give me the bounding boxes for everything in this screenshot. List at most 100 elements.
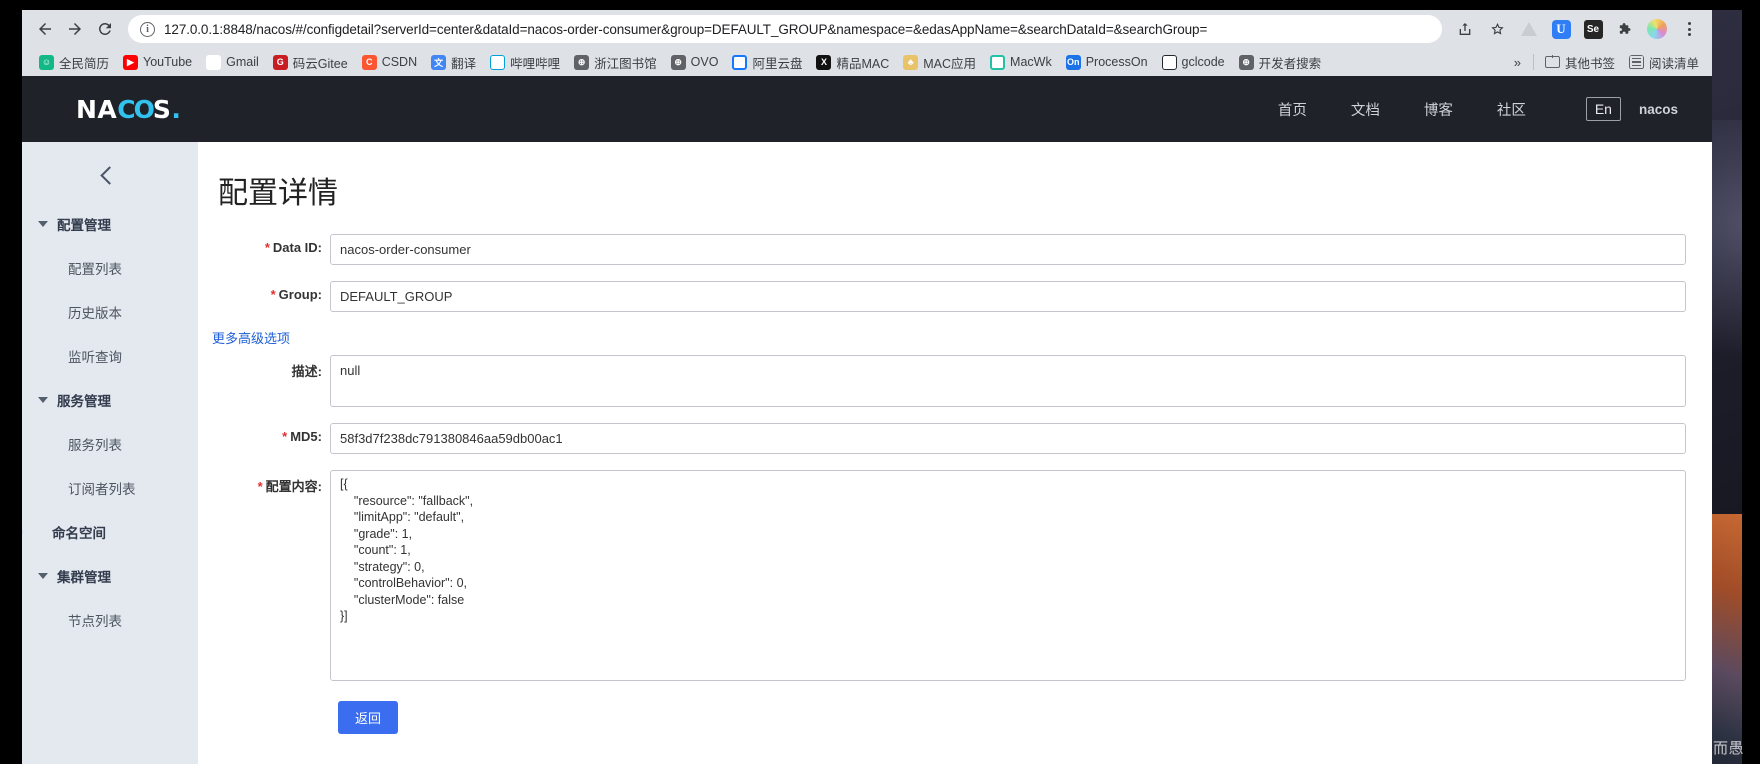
bookmark-label: MAC应用 [923, 56, 977, 71]
form-row-group: * Group: DEFAULT_GROUP [210, 281, 1686, 312]
back-icon[interactable] [30, 14, 60, 44]
bookmark-favicon: ⊕ [1238, 54, 1254, 70]
bookmark-label: MacWk [1010, 55, 1052, 69]
bookmark-favicon: M [206, 54, 222, 70]
reading-list-label: 阅读清单 [1648, 56, 1699, 71]
group-label-text: Group: [278, 287, 322, 302]
bookmark-label: 精品MAC [836, 56, 890, 71]
sidebar-item-node-list[interactable]: 节点列表 [22, 598, 198, 642]
bookmark-item[interactable]: ♣ MAC应用 [896, 50, 983, 75]
bookmark-item[interactable]: On ProcessOn [1059, 52, 1155, 73]
nav-item-docs[interactable]: 文档 [1329, 99, 1402, 120]
other-bookmarks-button[interactable]: 其他书签 [1538, 50, 1622, 75]
sidebar-group-service-management[interactable]: 服务管理 [22, 378, 198, 422]
address-bar[interactable]: i 127.0.0.1:8848/nacos/#/configdetail?se… [128, 15, 1442, 43]
bookmark-label: CSDN [381, 55, 418, 69]
bookmark-favicon: ⊕ [574, 54, 590, 70]
logo-part-3: S [152, 94, 172, 124]
extension-rainbow-icon[interactable] [1642, 14, 1672, 44]
bookmark-favicon: X [816, 54, 832, 70]
back-button[interactable]: 返回 [338, 701, 399, 734]
bookmark-label: 阿里云盘 [752, 56, 803, 71]
bookmark-favicon: On [1065, 54, 1081, 70]
bookmark-item[interactable]: ⊕ 浙江图书馆 [567, 50, 664, 75]
bookmark-favicon: C [990, 54, 1006, 70]
bookmark-label: 浙江图书馆 [594, 56, 657, 71]
sidebar-group-label: 服务管理 [57, 394, 111, 409]
reading-list-button[interactable]: 阅读清单 [1622, 50, 1706, 75]
config-content-editor[interactable]: [{ "resource": "fallback", "limitApp": "… [330, 470, 1686, 681]
required-marker: * [257, 479, 263, 494]
bookmarks-bar: ☺ 全民简历 ▶ YouTube M Gmail G 码云Gitee C CSDN 文翻译… [22, 48, 1712, 76]
bookmark-item[interactable]: 文翻译 [424, 50, 483, 75]
bookmark-item[interactable]: C CSDN [355, 52, 424, 73]
bookmark-favicon: ☺ [39, 54, 54, 70]
form-row-md5: * MD5: 58f3d7f238dc791380846aa59db00ac1 [210, 423, 1686, 454]
form-row-content: * 配置内容: [{ "resource": "fallback", "limit… [210, 470, 1686, 681]
bookmark-item[interactable]: M Gmail [199, 52, 266, 73]
bookmark-item[interactable]: ⊕ OVO [664, 52, 726, 73]
nacos-logo[interactable]: NA CO S. [76, 95, 181, 124]
bookmark-item[interactable]: G 码云Gitee [266, 50, 355, 75]
sidebar-item-listening-query[interactable]: 监听查询 [22, 334, 198, 378]
site-info-icon[interactable]: i [140, 21, 155, 37]
bookmarks-overflow-button[interactable]: » [1506, 55, 1529, 70]
language-switcher[interactable]: En [1585, 97, 1621, 121]
bookmark-item[interactable]: X 精品MAC [809, 50, 896, 75]
letterbox-left [0, 0, 22, 764]
sidebar-item-namespace[interactable]: 命名空间 [22, 510, 198, 554]
md5-input[interactable]: 58f3d7f238dc791380846aa59db00ac1 [330, 423, 1686, 454]
sidebar-item-subscriber-list[interactable]: 订阅者列表 [22, 466, 198, 510]
reload-icon[interactable] [90, 14, 120, 44]
bookmark-item[interactable]: ☺ 全民简历 [32, 50, 116, 75]
share-icon[interactable] [1450, 14, 1480, 44]
extension-selenium-icon[interactable]: Se [1578, 14, 1608, 44]
nav-item-blog[interactable]: 博客 [1402, 99, 1475, 120]
nacos-top-header: NA CO S. 首页 文档 博客 社区 En nacos [22, 76, 1712, 142]
bookmark-item[interactable]: b 哔哩哔哩 [483, 50, 567, 75]
required-marker: * [270, 287, 276, 302]
sidebar-group-config-management[interactable]: 配置管理 [22, 202, 198, 246]
chevron-left-icon [99, 165, 119, 185]
bookmark-favicon: ♣ [903, 54, 919, 70]
sidebar-item-label: 节点列表 [68, 614, 122, 629]
extension-adguard-icon[interactable] [1514, 14, 1544, 44]
sidebar-item-history-versions[interactable]: 历史版本 [22, 290, 198, 334]
sidebar-group-cluster-management[interactable]: 集群管理 [22, 554, 198, 598]
sidebar-item-service-list[interactable]: 服务列表 [22, 422, 198, 466]
other-bookmarks-label: 其他书签 [1564, 56, 1615, 71]
user-menu[interactable]: nacos [1639, 102, 1712, 117]
group-input[interactable]: DEFAULT_GROUP [330, 281, 1686, 312]
bookmark-star-icon[interactable] [1482, 14, 1512, 44]
bookmark-favicon: G [272, 54, 288, 70]
group-label: * Group: [210, 281, 330, 302]
letterbox-right [1742, 0, 1760, 764]
bookmark-item[interactable]: ▶ YouTube [116, 52, 199, 73]
bookmark-item[interactable]: C MacWk [983, 52, 1059, 73]
description-input[interactable]: null [330, 355, 1686, 407]
data-id-input[interactable]: nacos-order-consumer [330, 234, 1686, 265]
sidebar-item-config-list[interactable]: 配置列表 [22, 246, 198, 290]
bookmark-item[interactable]: O 阿里云盘 [725, 50, 809, 75]
nav-item-community[interactable]: 社区 [1475, 99, 1548, 120]
bookmark-item[interactable]: ⊕ 开发者搜索 [1232, 50, 1329, 75]
content-label: * 配置内容: [210, 470, 330, 495]
extension-u-icon[interactable]: U [1546, 14, 1576, 44]
extensions-puzzle-icon[interactable] [1610, 14, 1640, 44]
data-id-label-text: Data ID: [272, 240, 322, 255]
advanced-options-link[interactable]: 更多高级选项 [210, 328, 290, 347]
forward-icon[interactable] [60, 14, 90, 44]
required-marker: * [264, 240, 270, 255]
nav-item-home[interactable]: 首页 [1256, 99, 1329, 120]
caret-down-icon [38, 397, 48, 403]
sidebar-collapse-button[interactable] [22, 148, 198, 202]
bookmark-item[interactable]: ◌ gclcode [1155, 52, 1232, 73]
bookmark-favicon: 文 [431, 54, 447, 70]
letterbox-top [0, 0, 1760, 10]
folder-icon [1544, 54, 1560, 70]
bookmark-favicon: ◌ [1161, 54, 1177, 70]
caret-down-icon [38, 573, 48, 579]
chrome-menu-icon[interactable] [1674, 14, 1704, 44]
bookmark-label: 全民简历 [59, 56, 110, 71]
caret-down-icon [38, 221, 48, 227]
